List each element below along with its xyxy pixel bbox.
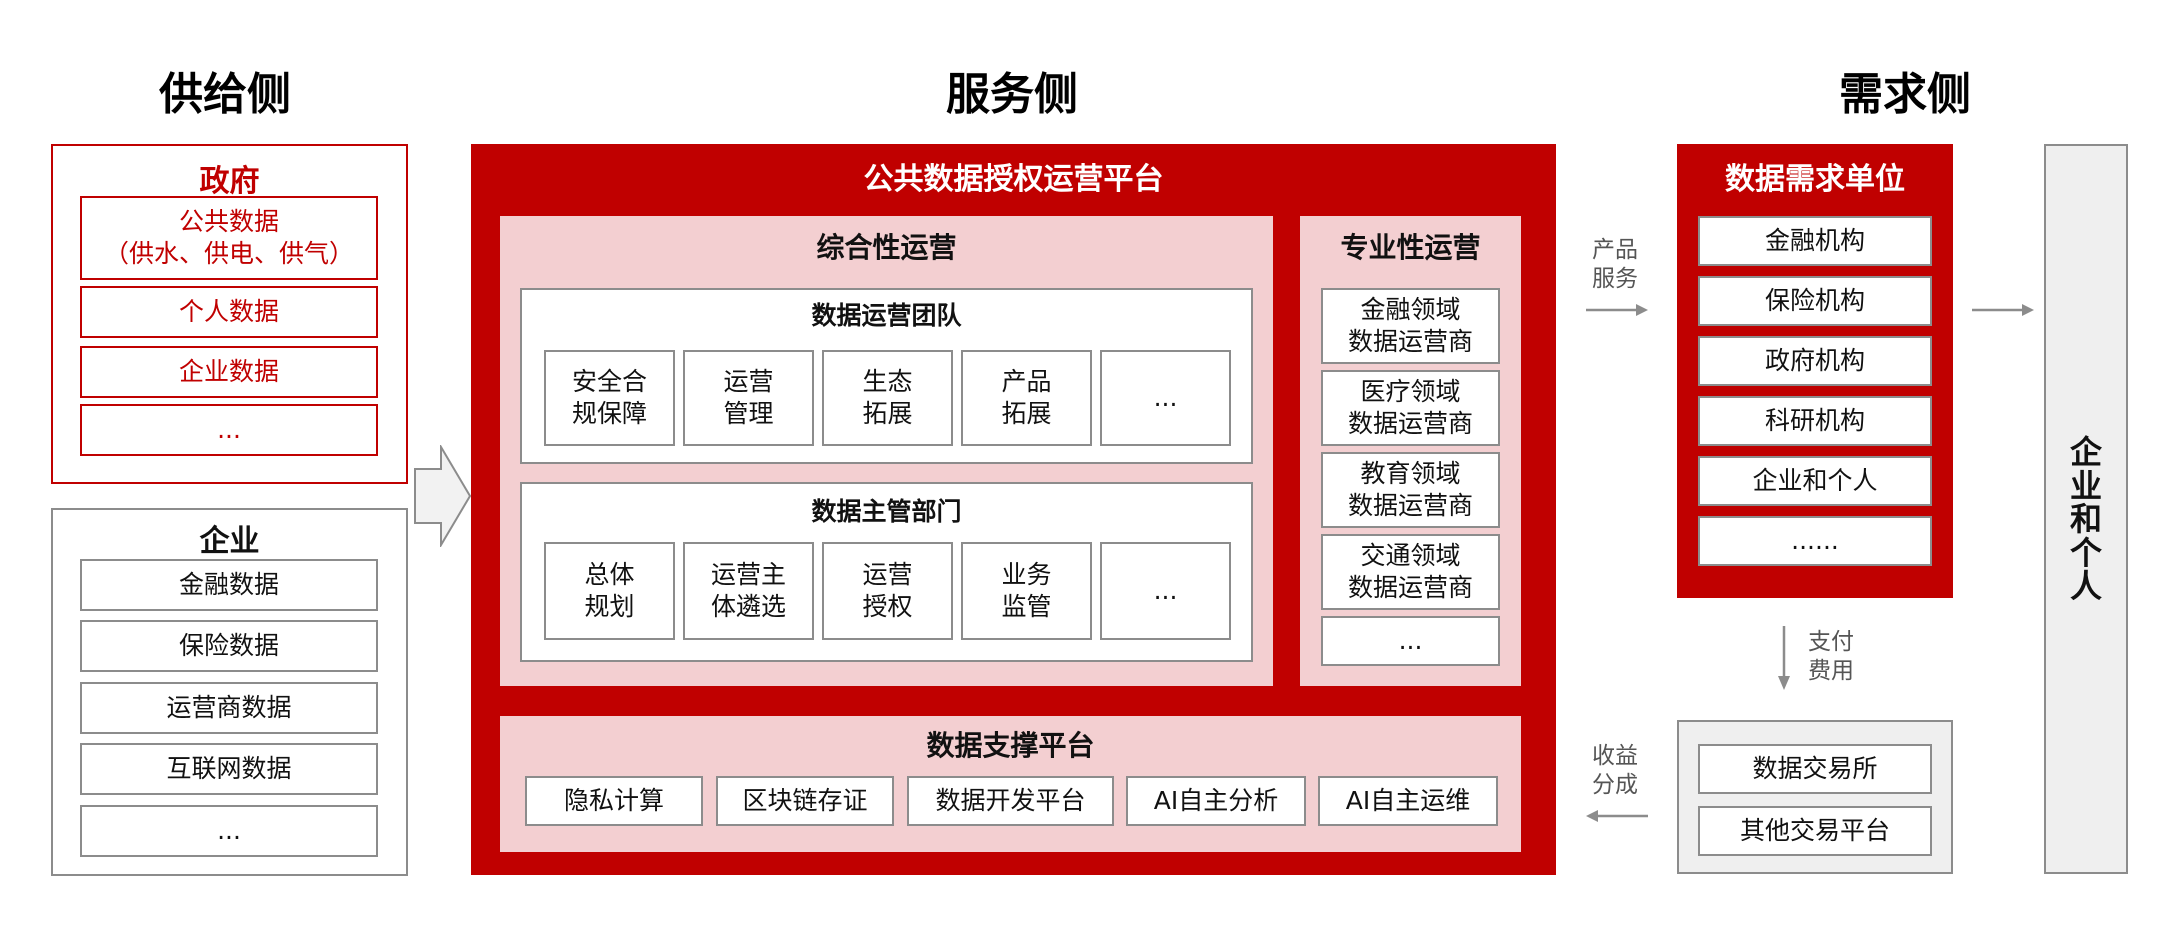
exchange-other-platform: 其他交易平台: [1698, 806, 1932, 856]
enterprise-title: 企业: [199, 524, 260, 559]
support-ai-analysis: AI自主分析: [1126, 776, 1306, 826]
dept-item-authorization: 运营 授权: [822, 542, 953, 640]
demand-more: ......: [1698, 516, 1932, 566]
government-title: 政府: [199, 164, 260, 199]
pro-medical-operator: 医疗领域 数据运营商: [1321, 370, 1500, 446]
team-item-ecosystem: 生态 拓展: [822, 350, 953, 446]
ops-team-title: 数据运营团队: [811, 301, 962, 330]
professional-ops-title: 专业性运营: [1340, 231, 1481, 264]
gov-enterprise-data: 企业数据: [80, 346, 378, 398]
supply-to-service-arrow-icon: [414, 445, 472, 547]
support-ai-ops: AI自主运维: [1318, 776, 1498, 826]
dept-item-selection: 运营主 体遴选: [683, 542, 814, 640]
pro-more: ...: [1321, 616, 1500, 666]
gov-personal-data: 个人数据: [80, 286, 378, 338]
support-platform-title: 数据支撑平台: [926, 729, 1095, 762]
flow-product-service-label: 产品 服务: [1592, 237, 1638, 292]
pro-education-operator: 教育领域 数据运营商: [1321, 452, 1500, 528]
demand-government-institution: 政府机构: [1698, 336, 1932, 386]
demand-research-institution: 科研机构: [1698, 396, 1932, 446]
exchange-data-exchange: 数据交易所: [1698, 744, 1932, 794]
pro-finance-operator: 金融领域 数据运营商: [1321, 288, 1500, 364]
platform-title: 公共数据授权运营平台: [863, 162, 1164, 197]
demand-units-title: 数据需求单位: [1725, 162, 1905, 197]
dept-item-supervision: 业务 监管: [961, 542, 1092, 640]
ent-finance-data: 金融数据: [80, 559, 378, 611]
gov-public-data: 公共数据 （供水、供电、供气）: [80, 196, 378, 280]
demand-enterprise-individual: 企业和个人: [1698, 456, 1932, 506]
dept-item-planning: 总体 规划: [544, 542, 675, 640]
flow-product-service-arrow-icon: [1586, 304, 1648, 316]
ent-more: ...: [80, 805, 378, 857]
ent-insurance-data: 保险数据: [80, 620, 378, 672]
gov-more: ...: [80, 404, 378, 456]
service-side-title: 服务侧: [946, 69, 1078, 120]
demand-side-title: 需求侧: [1839, 69, 1971, 120]
team-item-operation: 运营 管理: [683, 350, 814, 446]
demand-insurance-institution: 保险机构: [1698, 276, 1932, 326]
comprehensive-ops-title: 综合性运营: [816, 231, 957, 264]
flow-revenue-share-label: 收益 分成: [1592, 743, 1638, 798]
flow-revenue-share-arrow-icon: [1586, 810, 1648, 822]
demand-finance-institution: 金融机构: [1698, 216, 1932, 266]
support-blockchain: 区块链存证: [716, 776, 894, 826]
ent-internet-data: 互联网数据: [80, 743, 378, 795]
data-dept-title: 数据主管部门: [811, 497, 962, 526]
dept-item-more: ...: [1100, 542, 1231, 640]
support-privacy-computing: 隐私计算: [525, 776, 703, 826]
demand-to-user-arrow-icon: [1972, 304, 2034, 316]
team-item-more: ...: [1100, 350, 1231, 446]
ent-operator-data: 运营商数据: [80, 682, 378, 734]
end-user-label: 企业和个人: [2069, 433, 2102, 606]
team-item-product: 产品 拓展: [961, 350, 1092, 446]
flow-pay-fee-label: 支付 费用: [1808, 629, 1854, 684]
supply-side-title: 供给侧: [159, 69, 291, 120]
support-dev-platform: 数据开发平台: [907, 776, 1114, 826]
team-item-compliance: 安全合 规保障: [544, 350, 675, 446]
pro-transport-operator: 交通领域 数据运营商: [1321, 534, 1500, 610]
flow-pay-fee-arrow-icon: [1778, 626, 1790, 690]
